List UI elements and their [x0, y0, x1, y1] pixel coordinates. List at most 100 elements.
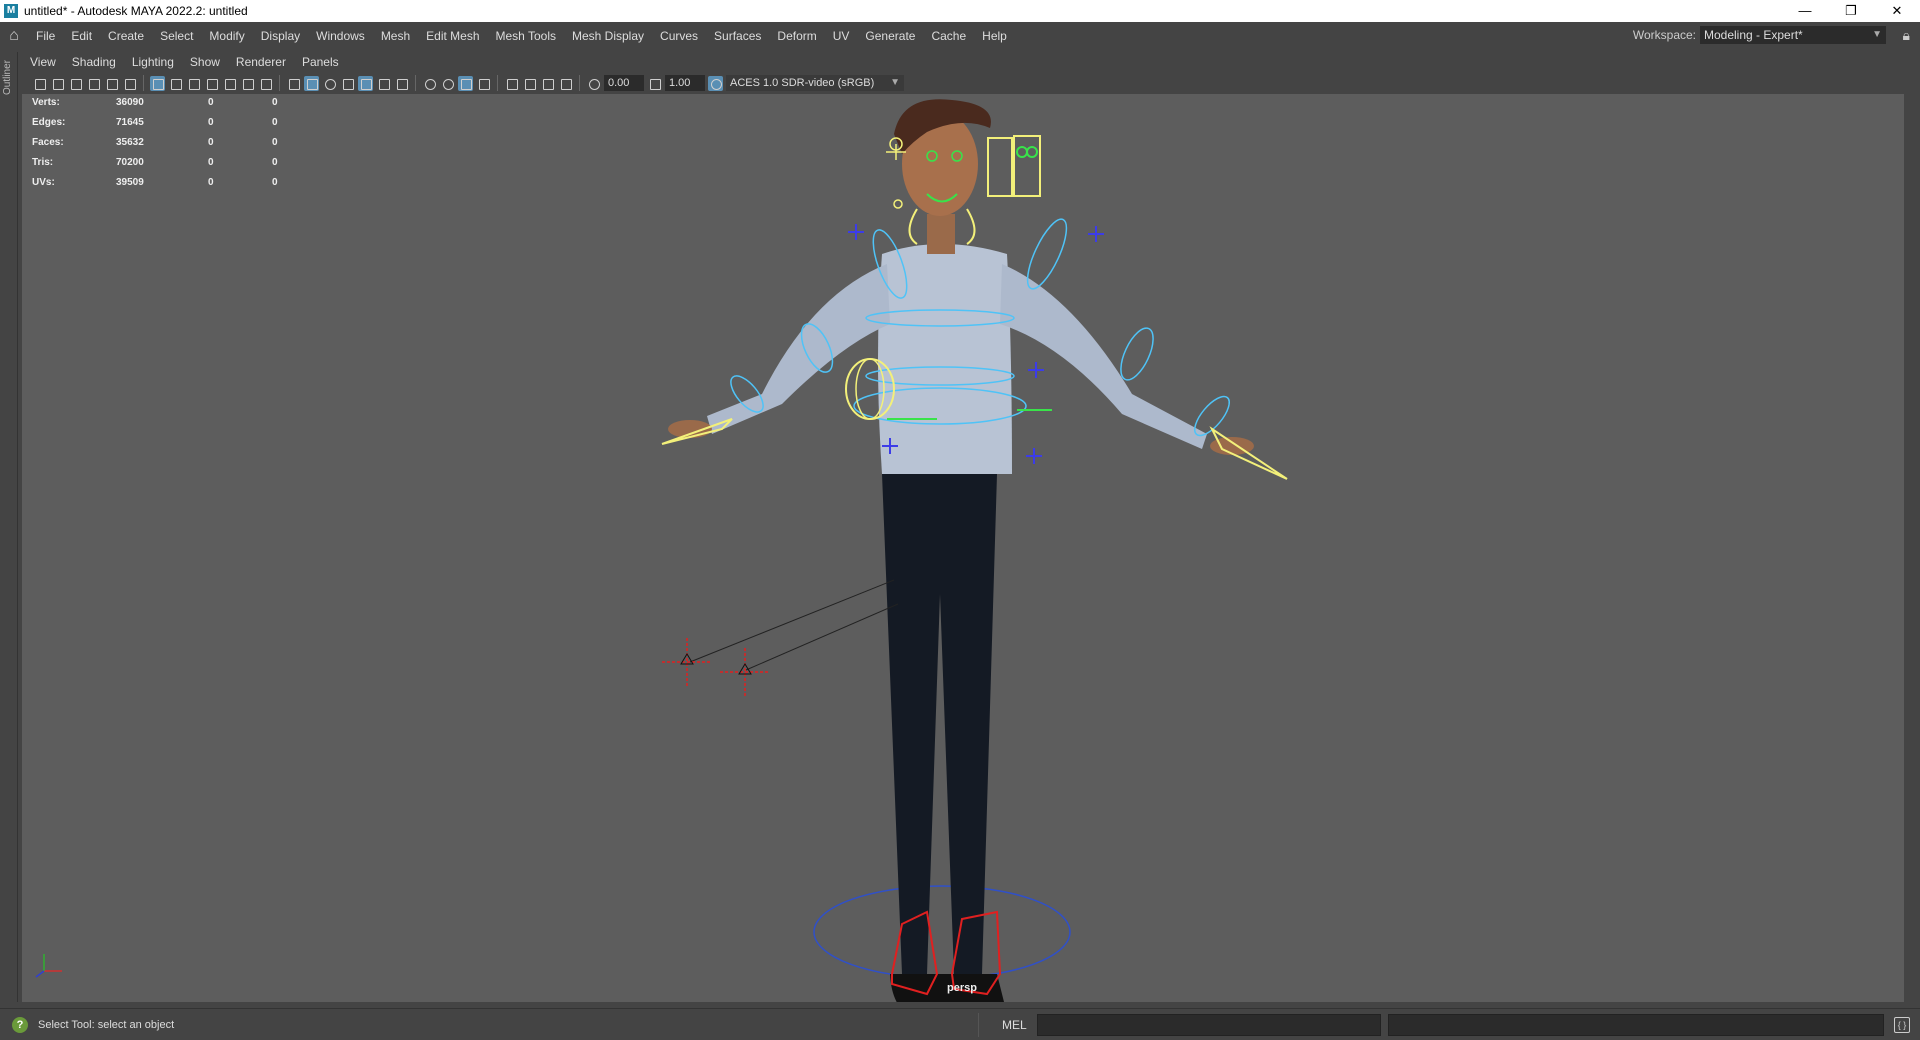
resolution-gate-icon[interactable]: [186, 76, 201, 91]
command-language-toggle[interactable]: MEL: [1002, 1018, 1027, 1032]
view-axis-gizmo: [35, 954, 62, 978]
xray-active-components-icon[interactable]: [540, 76, 555, 91]
menu-curves[interactable]: Curves: [652, 29, 706, 43]
image-plane-icon[interactable]: [86, 76, 101, 91]
grease-pencil-icon[interactable]: [122, 76, 137, 91]
menu-file[interactable]: File: [28, 29, 63, 43]
exposure-icon[interactable]: [586, 76, 601, 91]
safe-action-icon[interactable]: [240, 76, 255, 91]
outliner-tab-label: Outliner: [2, 60, 13, 96]
outliner-collapsed-tab[interactable]: Outliner: [0, 52, 18, 1002]
panel-menu-view[interactable]: View: [22, 55, 64, 69]
right-elbow-pole-vector[interactable]: [1088, 226, 1104, 242]
panel-menu-lighting[interactable]: Lighting: [124, 55, 182, 69]
menu-mesh[interactable]: Mesh: [373, 29, 418, 43]
right-knee-pole-vector[interactable]: [1026, 448, 1042, 464]
command-input-field[interactable]: [1037, 1014, 1381, 1036]
bookmarks-icon[interactable]: [68, 76, 83, 91]
toolbar-divider: [143, 75, 144, 91]
face-control-panel-left[interactable]: [987, 137, 1013, 197]
character-shirt: [878, 244, 1012, 474]
workspace-dropdown[interactable]: Modeling - Expert* ▼: [1700, 26, 1886, 44]
title-bar: M untitled* - Autodesk MAYA 2022.2: unti…: [0, 0, 1920, 22]
textured-icon[interactable]: [358, 75, 373, 91]
motion-blur-icon[interactable]: [440, 76, 455, 91]
face-eye-control[interactable]: [1016, 146, 1028, 158]
gamma-icon[interactable]: [647, 76, 662, 91]
2d-pan-zoom-icon[interactable]: [104, 76, 119, 91]
menu-surfaces[interactable]: Surfaces: [706, 29, 769, 43]
menu-display[interactable]: Display: [253, 29, 308, 43]
menu-uv[interactable]: UV: [825, 29, 858, 43]
anti-aliasing-icon[interactable]: [458, 75, 473, 91]
gate-mask-icon[interactable]: [204, 76, 219, 91]
menu-generate[interactable]: Generate: [857, 29, 923, 43]
xray-icon[interactable]: [522, 76, 537, 91]
right-upperarm-control[interactable]: [1114, 324, 1159, 385]
menu-edit-mesh[interactable]: Edit Mesh: [418, 29, 487, 43]
lock-icon[interactable]: 🔒︎: [1903, 27, 1910, 44]
right-forearm-control[interactable]: [1189, 391, 1235, 441]
home-icon[interactable]: ⌂: [0, 27, 28, 45]
panel-menu-bar: View Shading Lighting Show Renderer Pane…: [22, 52, 347, 72]
exposure-field[interactable]: 0.00: [604, 75, 644, 91]
panel-menu-renderer[interactable]: Renderer: [228, 55, 294, 69]
grid-icon[interactable]: [150, 75, 165, 91]
face-eye-control[interactable]: [1026, 146, 1038, 158]
window-title: untitled* - Autodesk MAYA 2022.2: untitl…: [24, 4, 248, 18]
menu-select[interactable]: Select: [152, 29, 201, 43]
safe-title-icon[interactable]: [258, 76, 273, 91]
field-chart-icon[interactable]: [222, 76, 237, 91]
camera-attributes-icon[interactable]: [50, 76, 65, 91]
master-control-circle[interactable]: [813, 885, 1071, 979]
view-transform-value: ACES 1.0 SDR-video (sRGB): [730, 77, 875, 89]
restore-button[interactable]: ❐: [1828, 0, 1874, 22]
menu-mesh-tools[interactable]: Mesh Tools: [488, 29, 564, 43]
shadows-icon[interactable]: [394, 76, 409, 91]
menu-cache[interactable]: Cache: [923, 29, 974, 43]
smooth-shade-icon[interactable]: [304, 75, 319, 91]
gamma-field[interactable]: 1.00: [665, 75, 705, 91]
wireframe-on-shaded-icon[interactable]: [340, 76, 355, 91]
maya-logo-icon: M: [4, 4, 18, 18]
menu-windows[interactable]: Windows: [308, 29, 373, 43]
wireframe-icon[interactable]: [286, 76, 301, 91]
left-elbow-pole-vector[interactable]: [848, 224, 864, 240]
menu-create[interactable]: Create: [100, 29, 152, 43]
right-clavicle-control[interactable]: [1020, 214, 1074, 293]
left-knee-locator[interactable]: [662, 638, 712, 688]
select-camera-icon[interactable]: [32, 76, 47, 91]
perspective-viewport[interactable]: Verts: 36090 0 0 Edges: 71645 0 0 Faces:…: [22, 94, 1904, 1002]
color-management-icon[interactable]: [708, 75, 723, 91]
toolbar-divider: [279, 75, 280, 91]
screen-space-ao-icon[interactable]: [422, 76, 437, 91]
panel-menu-show[interactable]: Show: [182, 55, 228, 69]
depth-of-field-icon[interactable]: [476, 76, 491, 91]
use-all-lights-icon[interactable]: [376, 76, 391, 91]
xray-joints-icon[interactable]: [558, 76, 573, 91]
right-knee-locator[interactable]: [720, 648, 770, 698]
panel-menu-shading[interactable]: Shading: [64, 55, 124, 69]
menu-deform[interactable]: Deform: [769, 29, 824, 43]
script-editor-icon[interactable]: { }: [1894, 1017, 1910, 1033]
menu-help[interactable]: Help: [974, 29, 1015, 43]
menu-modify[interactable]: Modify: [201, 29, 252, 43]
panel-toolbar: 0.00 1.00 ACES 1.0 SDR-video (sRGB) ▼: [22, 72, 1920, 94]
face-control-panel-right[interactable]: [1013, 135, 1041, 197]
menu-edit[interactable]: Edit: [63, 29, 100, 43]
film-gate-icon[interactable]: [168, 76, 183, 91]
hud-value: 0: [272, 96, 278, 108]
isolate-select-icon[interactable]: [504, 76, 519, 91]
minimize-button[interactable]: —: [1782, 0, 1828, 22]
panel-menu-panels[interactable]: Panels: [294, 55, 347, 69]
default-material-icon[interactable]: [322, 76, 337, 91]
hud-value: 0: [272, 116, 278, 128]
neck-base-control[interactable]: [893, 199, 903, 209]
main-menu-bar: ⌂ File Edit Create Select Modify Display…: [0, 22, 1920, 50]
scene-canvas[interactable]: [22, 94, 1904, 1002]
help-line-text: Select Tool: select an object: [38, 1019, 175, 1031]
close-button[interactable]: ✕: [1874, 0, 1920, 22]
menu-mesh-display[interactable]: Mesh Display: [564, 29, 652, 43]
view-transform-dropdown[interactable]: ACES 1.0 SDR-video (sRGB) ▼: [726, 75, 904, 91]
spine-pole-vector[interactable]: [1028, 362, 1044, 378]
